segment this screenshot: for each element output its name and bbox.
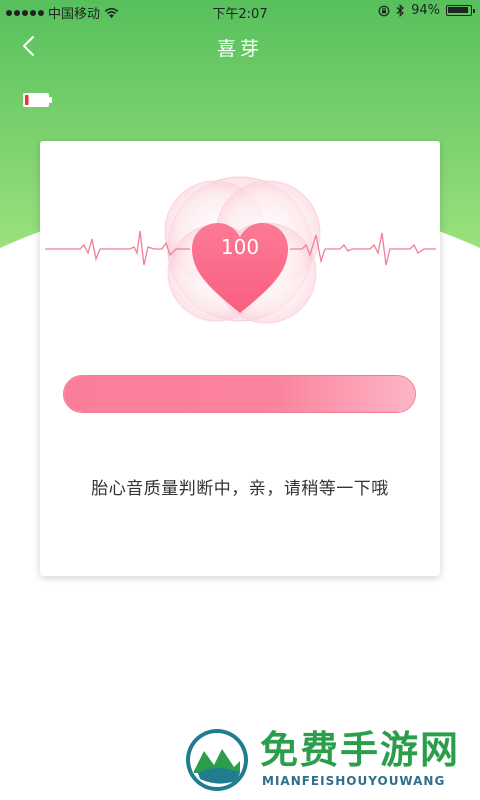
battery-percent: 94% [411,3,440,18]
device-battery-low-icon [23,93,52,107]
watermark: 免费手游网 MIANFEISHOUYOUWANG [182,725,472,795]
bluetooth-icon [396,4,404,17]
watermark-title: 免费手游网 [260,728,461,772]
monitor-card: 100 胎心音质量判断中，亲，请稍等一下哦 [40,141,440,576]
quality-progress-fill [64,376,415,412]
watermark-subtitle: MIANFEISHOUYOUWANG [262,774,446,788]
quality-progress-bar [63,375,416,413]
orientation-lock-icon [378,5,390,16]
heart-rate-value: 100 [220,235,260,259]
status-message: 胎心音质量判断中，亲，请稍等一下哦 [91,479,389,499]
watermark-logo-icon [186,729,248,791]
battery-icon [446,5,475,16]
page-title: 喜芽 [216,38,263,60]
status-bar: 中国移动 下午2:07 94% [0,0,480,22]
nav-bar: 喜芽 [0,22,480,70]
status-right: 94% [378,3,475,18]
